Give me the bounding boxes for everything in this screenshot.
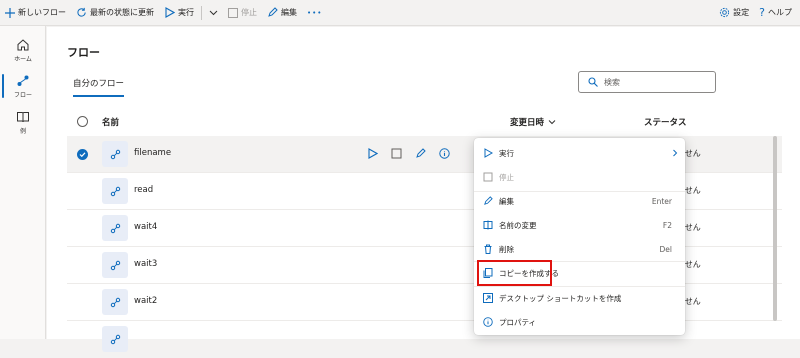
settings-button[interactable]: 設定 — [714, 0, 754, 26]
menu-item-delete[interactable]: 削除 Del — [474, 238, 685, 260]
info-icon[interactable] — [439, 148, 450, 159]
stop-icon — [228, 7, 238, 18]
play-icon — [165, 7, 175, 18]
highlight-box — [477, 260, 552, 286]
flow-icon — [102, 141, 128, 167]
play-icon — [484, 148, 493, 158]
question-icon: ? — [759, 6, 765, 19]
refresh-button[interactable]: 最新の状態に更新 — [71, 0, 159, 26]
flow-name[interactable]: wait2 — [134, 296, 157, 306]
column-header-name[interactable]: 名前 — [102, 116, 119, 128]
table-header: 名前 変更日時 ステータス — [67, 111, 782, 133]
flow-name[interactable]: wait3 — [134, 259, 157, 269]
row-actions — [367, 148, 450, 159]
menu-item-run-label: 実行 — [499, 148, 514, 158]
rename-icon — [483, 220, 493, 230]
gear-icon — [720, 7, 730, 18]
shortcut-icon — [483, 293, 493, 303]
home-icon — [17, 38, 29, 50]
main-content: フロー 自分のフロー 検索 名前 変更日時 ステータス filename ません — [47, 27, 800, 352]
flow-icon — [102, 215, 128, 241]
refresh-label: 最新の状態に更新 — [90, 8, 154, 17]
play-icon[interactable] — [367, 148, 378, 159]
nav-examples-label: 例 — [19, 127, 26, 135]
stop-button[interactable]: 停止 — [223, 0, 262, 26]
menu-item-delete-shortcut: Del — [659, 244, 672, 254]
stop-label: 停止 — [241, 8, 257, 17]
stop-icon[interactable] — [391, 148, 402, 159]
toolbar-divider — [201, 5, 202, 20]
nav-item-examples[interactable]: 例 — [0, 102, 46, 142]
chevron-down-icon — [209, 10, 218, 16]
help-label: ヘルプ — [768, 8, 792, 17]
flow-icon — [102, 178, 128, 204]
more-icon: ••• — [307, 8, 323, 17]
search-input[interactable]: 検索 — [578, 71, 716, 93]
menu-item-properties[interactable]: プロパティ — [474, 311, 685, 333]
menu-item-rename-shortcut: F2 — [662, 220, 672, 230]
flow-icon — [17, 75, 29, 86]
more-button[interactable]: ••• — [302, 0, 327, 26]
command-bar: 新しいフロー 最新の状態に更新 実行 停止 編集 ••• 設定 ? ヘルプ — [0, 0, 800, 26]
menu-item-stop-label: 停止 — [499, 172, 514, 182]
row-checkbox[interactable] — [77, 149, 88, 160]
menu-item-desktop-shortcut-label: デスクトップ ショートカットを作成 — [499, 293, 622, 303]
flow-icon — [102, 326, 128, 352]
flow-name[interactable]: wait4 — [134, 222, 157, 232]
vertical-scrollbar[interactable] — [773, 136, 777, 321]
settings-label: 設定 — [733, 8, 750, 17]
menu-item-edit[interactable]: 編集 Enter — [474, 190, 685, 212]
menu-item-edit-shortcut: Enter — [651, 196, 672, 206]
search-placeholder: 検索 — [604, 77, 620, 87]
left-navigation: ホーム フロー 例 — [0, 26, 46, 339]
help-button[interactable]: ? ヘルプ — [754, 0, 800, 26]
context-menu: 実行 停止 編集 Enter 名前の変更 F2 削除 Del コピーを作成する … — [474, 138, 685, 335]
trash-icon — [484, 244, 492, 254]
menu-item-properties-label: プロパティ — [499, 317, 537, 327]
menu-item-rename[interactable]: 名前の変更 F2 — [474, 214, 685, 236]
page-title: フロー — [67, 46, 100, 59]
book-icon — [17, 111, 29, 122]
flow-icon — [102, 289, 128, 315]
pencil-icon — [484, 196, 493, 205]
column-header-status[interactable]: ステータス — [644, 116, 687, 128]
edit-label: 編集 — [281, 8, 297, 17]
checkmark-icon — [79, 152, 86, 158]
edit-button[interactable]: 編集 — [262, 0, 302, 26]
search-icon — [588, 77, 598, 87]
refresh-icon — [77, 7, 86, 17]
tab-my-flows[interactable]: 自分のフロー — [73, 77, 125, 97]
flow-name[interactable]: read — [134, 185, 153, 195]
new-flow-label: 新しいフロー — [18, 8, 66, 17]
nav-home-label: ホーム — [14, 55, 32, 63]
plus-icon — [5, 7, 15, 18]
chevron-right-icon — [673, 149, 678, 157]
nav-item-flows[interactable]: フロー — [0, 66, 46, 106]
select-all-checkbox[interactable] — [77, 116, 88, 127]
menu-item-stop[interactable]: 停止 — [474, 166, 685, 188]
pencil-icon — [268, 7, 278, 17]
info-icon — [483, 317, 493, 327]
nav-item-home[interactable]: ホーム — [0, 30, 46, 70]
menu-item-edit-label: 編集 — [499, 196, 514, 206]
new-flow-button[interactable]: 新しいフロー — [0, 0, 71, 26]
chevron-down-icon — [548, 120, 556, 125]
menu-item-rename-label: 名前の変更 — [499, 220, 537, 230]
menu-item-run[interactable]: 実行 — [474, 142, 685, 164]
nav-flows-label: フロー — [13, 91, 32, 99]
flow-icon — [102, 252, 128, 278]
run-button[interactable]: 実行 — [159, 0, 199, 26]
flow-name[interactable]: filename — [134, 148, 171, 158]
run-label: 実行 — [178, 8, 194, 17]
column-header-modified-label: 変更日時 — [510, 118, 545, 128]
column-header-modified[interactable]: 変更日時 — [510, 116, 556, 128]
menu-item-delete-label: 削除 — [499, 244, 514, 254]
pencil-icon[interactable] — [415, 148, 426, 159]
stop-icon — [483, 172, 493, 182]
menu-item-desktop-shortcut[interactable]: デスクトップ ショートカットを作成 — [474, 287, 685, 309]
run-dropdown-button[interactable] — [204, 0, 223, 26]
